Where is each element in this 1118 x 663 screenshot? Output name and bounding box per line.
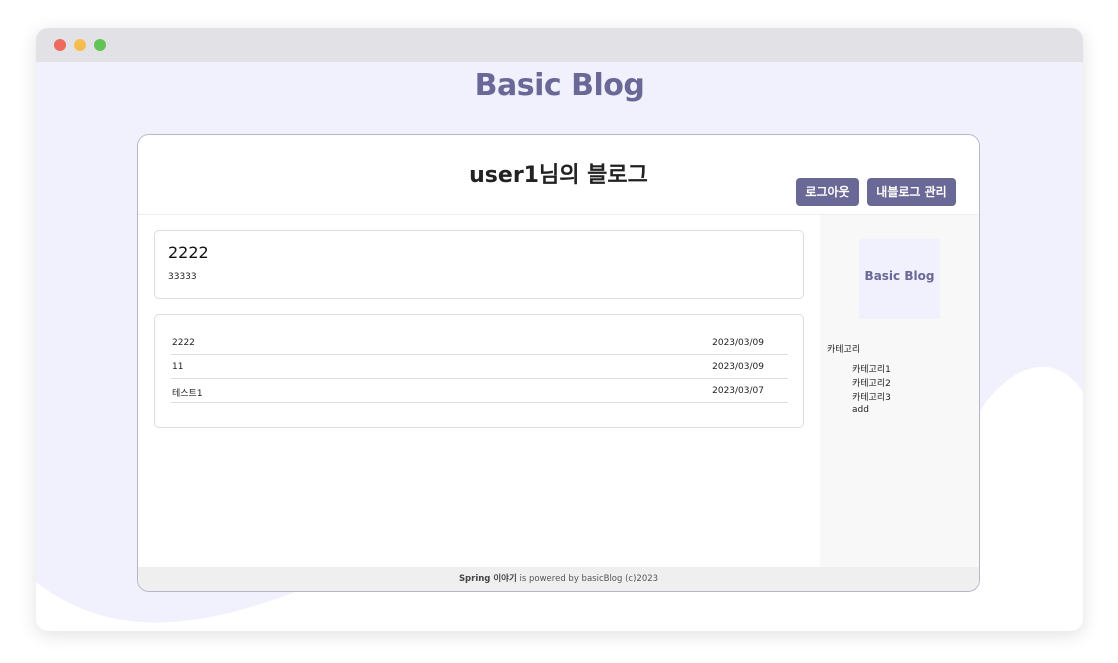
list-item-date: 2023/03/09 bbox=[712, 362, 764, 372]
list-item-date: 2023/03/07 bbox=[712, 386, 764, 396]
footer-text: is powered by basicBlog (c)2023 bbox=[516, 574, 659, 584]
sidebar-logo-text: Basic Blog bbox=[864, 269, 935, 283]
category-item-2[interactable]: 카테고리2 bbox=[852, 376, 891, 389]
window-titlebar bbox=[36, 28, 1083, 62]
list-item-date: 2023/03/09 bbox=[712, 338, 764, 348]
post-title: 2222 bbox=[168, 243, 209, 262]
main-content: 2222 33333 2222 2023/03/09 11 2023/03/09… bbox=[138, 215, 820, 567]
browser-window: Basic Blog user1님의 블로그 로그아웃 내블로그 관리 2222… bbox=[36, 28, 1083, 631]
list-item[interactable]: 테스트1 2023/03/07 bbox=[171, 379, 788, 403]
category-heading: 카테고리 bbox=[827, 345, 861, 355]
footer: Spring 이야기 is powered by basicBlog (c)20… bbox=[138, 567, 979, 591]
maximize-window-icon[interactable] bbox=[94, 39, 106, 51]
sidebar: Basic Blog 카테고리 카테고리1 카테고리2 카테고리3 add bbox=[820, 215, 979, 567]
list-item-title[interactable]: 테스트1 bbox=[172, 386, 203, 399]
post-list: 2222 2023/03/09 11 2023/03/09 테스트1 2023/… bbox=[154, 314, 804, 428]
category-item-3[interactable]: 카테고리3 bbox=[852, 390, 891, 403]
close-window-icon[interactable] bbox=[54, 39, 66, 51]
site-title[interactable]: Basic Blog bbox=[36, 68, 1083, 103]
manage-blog-button[interactable]: 내블로그 관리 bbox=[867, 178, 956, 206]
list-item-title[interactable]: 11 bbox=[172, 362, 183, 372]
list-item[interactable]: 11 2023/03/09 bbox=[171, 355, 788, 379]
category-item-1[interactable]: 카테고리1 bbox=[852, 362, 891, 375]
footer-brand: Spring 이야기 bbox=[458, 574, 517, 584]
post-body: 33333 bbox=[168, 272, 197, 282]
category-item-add[interactable]: add bbox=[852, 405, 869, 415]
post-view: 2222 33333 bbox=[154, 230, 804, 299]
list-item-title[interactable]: 2222 bbox=[172, 338, 195, 348]
minimize-window-icon[interactable] bbox=[74, 39, 86, 51]
blog-header: user1님의 블로그 로그아웃 내블로그 관리 bbox=[138, 135, 979, 215]
sidebar-logo: Basic Blog bbox=[859, 239, 940, 319]
blog-card: user1님의 블로그 로그아웃 내블로그 관리 2222 33333 2222… bbox=[137, 134, 980, 592]
list-item[interactable]: 2222 2023/03/09 bbox=[171, 331, 788, 355]
logout-button[interactable]: 로그아웃 bbox=[796, 178, 859, 206]
